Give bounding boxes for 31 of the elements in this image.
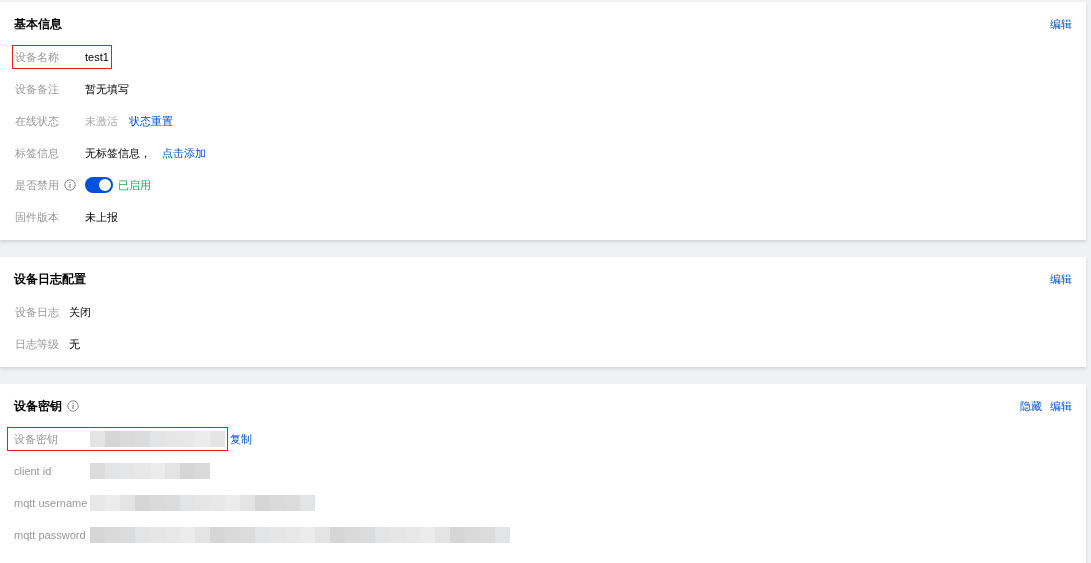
- action-link[interactable]: 编辑: [1050, 271, 1072, 287]
- action-link[interactable]: 编辑: [1050, 398, 1072, 414]
- field-label: 在线状态: [15, 113, 59, 129]
- field-label: mqtt username: [14, 497, 88, 509]
- field-value: test1: [85, 51, 109, 63]
- field-value: 无: [69, 336, 80, 352]
- field-label: 标签信息: [15, 145, 59, 161]
- field-value: 暂无填写: [85, 81, 129, 97]
- status-text: 已启用: [118, 177, 151, 193]
- text-link[interactable]: 状态重置: [129, 113, 173, 129]
- field-label: 设备备注: [15, 81, 59, 97]
- text-link[interactable]: 复制: [230, 431, 252, 447]
- text-link[interactable]: 点击添加: [162, 145, 206, 161]
- action-link[interactable]: 隐藏: [1020, 398, 1042, 414]
- section-title: 设备日志配置: [14, 270, 86, 288]
- field-label: 设备密钥: [14, 431, 58, 447]
- field-value: 关闭: [69, 304, 91, 320]
- field-label: mqtt password: [14, 529, 86, 541]
- action-link[interactable]: 编辑: [1050, 16, 1072, 32]
- field-label: 固件版本: [15, 209, 59, 225]
- field-label: 日志等级: [15, 336, 59, 352]
- section-title: 基本信息: [14, 15, 62, 33]
- field-label: client id: [14, 465, 52, 477]
- toggle-switch[interactable]: [85, 177, 113, 193]
- field-label: 设备名称: [15, 49, 59, 65]
- field-label: 是否禁用: [15, 177, 59, 193]
- status-text: 未激活: [85, 113, 118, 129]
- section-title: 设备密钥: [14, 397, 62, 415]
- field-value: 无标签信息，: [85, 145, 151, 161]
- field-label: 设备日志: [15, 304, 59, 320]
- field-value: 未上报: [85, 209, 118, 225]
